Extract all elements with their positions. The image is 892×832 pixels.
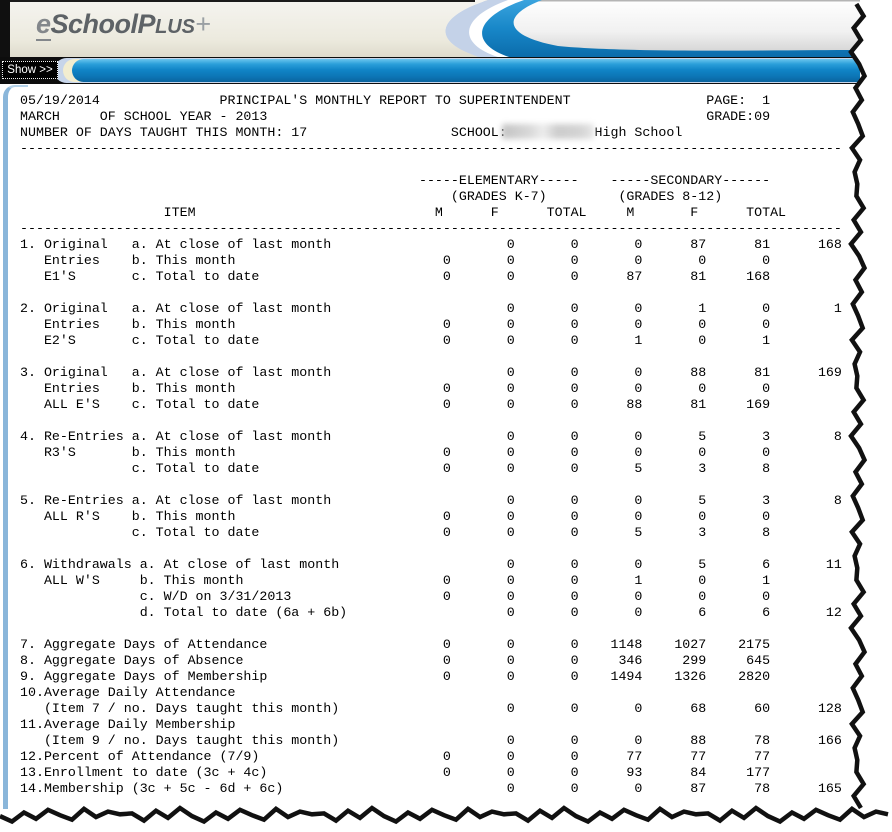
- report-line: E1'S c. Total to date 0 0 0 87 81 168: [20, 269, 842, 285]
- redacted-school-name: [502, 124, 594, 139]
- report-line: -----ELEMENTARY----- -----SECONDARY-----…: [20, 173, 842, 189]
- report-line: c. Total to date 0 0 0 5 3 8: [20, 461, 842, 477]
- report-line: (GRADES K-7) (GRADES 8-12): [20, 189, 842, 205]
- report-line: 5. Re-Entries a. At close of last month …: [20, 493, 842, 509]
- report-page: 05/19/2014 PRINCIPAL'S MONTHLY REPORT TO…: [0, 84, 860, 810]
- report-line: (Item 9 / no. Days taught this month) 0 …: [20, 733, 842, 749]
- report-line: 13.Enrollment to date (3c + 4c) 0 0 0 93…: [20, 765, 842, 781]
- report-line: [20, 157, 842, 173]
- report-line: [20, 349, 842, 365]
- report-line: c. W/D on 3/31/2013 0 0 0 0 0 0: [20, 589, 842, 605]
- report-line: 12.Percent of Attendance (7/9) 0 0 0 77 …: [20, 749, 842, 765]
- report-line: R3'S b. This month 0 0 0 0 0 0: [20, 445, 842, 461]
- report-line: 1. Original a. At close of last month 0 …: [20, 237, 842, 253]
- report-line: 8. Aggregate Days of Absence 0 0 0 346 2…: [20, 653, 842, 669]
- report-line: 7. Aggregate Days of Attendance 0 0 0 11…: [20, 637, 842, 653]
- report-body: 05/19/2014 PRINCIPAL'S MONTHLY REPORT TO…: [20, 93, 842, 797]
- report-line: ----------------------------------------…: [20, 221, 842, 237]
- report-line: 11.Average Daily Membership: [20, 717, 842, 733]
- app-window: eSchoolPLUS+ Show >> 05/19/2014 PRINCIPA…: [0, 0, 892, 832]
- logo-plus-sign: +: [195, 9, 210, 39]
- report-line: [20, 541, 842, 557]
- report-line: NUMBER OF DAYS TAUGHT THIS MONTH: 17 SCH…: [20, 125, 842, 141]
- report-line: E2'S c. Total to date 0 0 0 1 0 1: [20, 333, 842, 349]
- app-banner: eSchoolPLUS+: [10, 0, 860, 57]
- report-line: [20, 285, 842, 301]
- report-line: ----------------------------------------…: [20, 141, 842, 157]
- blue-title-bar: [72, 59, 860, 82]
- report-line: 10.Average Daily Attendance: [20, 685, 842, 701]
- logo-word-lus: LUS: [155, 16, 195, 38]
- report-line: ALL E'S c. Total to date 0 0 0 88 81 169: [20, 397, 842, 413]
- report-line: 9. Aggregate Days of Membership 0 0 0 14…: [20, 669, 842, 685]
- report-line: ALL R'S b. This month 0 0 0 0 0 0: [20, 509, 842, 525]
- report-line: [20, 477, 842, 493]
- report-line: ALL W'S b. This month 0 0 0 1 0 1: [20, 573, 842, 589]
- show-button[interactable]: Show >>: [2, 61, 58, 79]
- report-line: c. Total to date 0 0 0 5 3 8: [20, 525, 842, 541]
- report-line: 2. Original a. At close of last month 0 …: [20, 301, 842, 317]
- report-line: 14.Membership (3c + 5c - 6d + 6c) 0 0 0 …: [20, 781, 842, 797]
- report-line: ITEM M F TOTAL M F TOTAL: [20, 205, 842, 221]
- toolbar: Show >>: [0, 57, 860, 84]
- report-line: 6. Withdrawals a. At close of last month…: [20, 557, 842, 573]
- report-line: [20, 621, 842, 637]
- report-line: Entries b. This month 0 0 0 0 0 0: [20, 317, 842, 333]
- logo-letter-p: P: [138, 9, 156, 39]
- logo-word-school: School: [51, 9, 138, 39]
- report-line: Entries b. This month 0 0 0 0 0 0: [20, 381, 842, 397]
- report-line: 3. Original a. At close of last month 0 …: [20, 365, 842, 381]
- logo-letter-e: e: [36, 9, 51, 41]
- report-line: [20, 413, 842, 429]
- report-line: 4. Re-Entries a. At close of last month …: [20, 429, 842, 445]
- report-line: MARCH OF SCHOOL YEAR - 2013 GRADE:09: [20, 109, 842, 125]
- report-line: 05/19/2014 PRINCIPAL'S MONTHLY REPORT TO…: [20, 93, 842, 109]
- report-line: (Item 7 / no. Days taught this month) 0 …: [20, 701, 842, 717]
- app-logo: eSchoolPLUS+: [36, 9, 210, 40]
- report-line: d. Total to date (6a + 6b) 0 0 0 6 6 12: [20, 605, 842, 621]
- report-line: Entries b. This month 0 0 0 0 0 0: [20, 253, 842, 269]
